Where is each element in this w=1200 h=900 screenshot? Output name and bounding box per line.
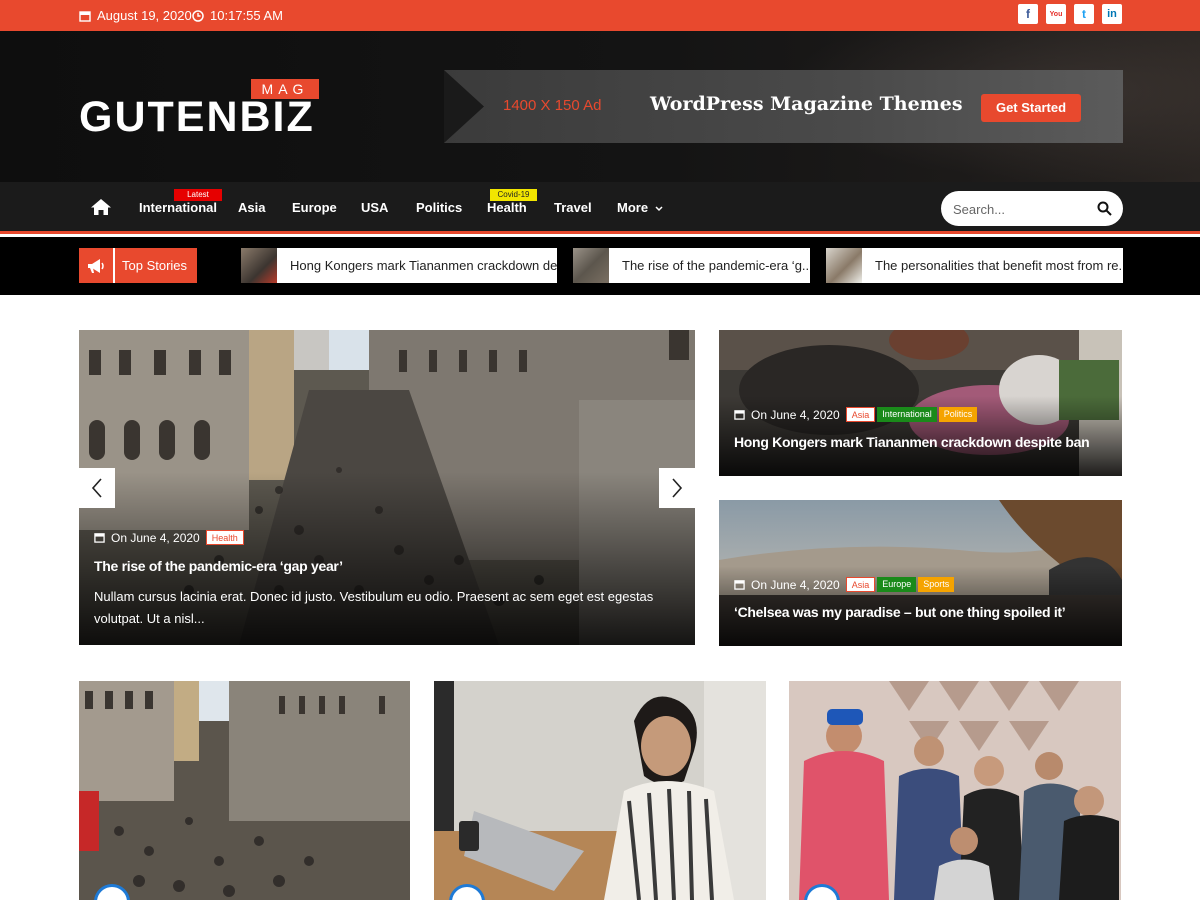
nav-item-more[interactable]: More (617, 182, 663, 234)
post-title[interactable]: Hong Kongers mark Tiananmen crackdown de… (734, 434, 1090, 450)
search-input[interactable] (953, 199, 1093, 219)
get-started-button[interactable]: Get Started (981, 94, 1081, 122)
post-date: On June 4, 2020 (111, 530, 200, 545)
category-tag-asia[interactable]: Asia (845, 577, 876, 592)
post-meta: On June 4, 2020 Asia International Polit… (734, 407, 978, 422)
category-tag-health[interactable]: Health (205, 530, 244, 545)
top-stories-text: Top Stories (122, 258, 188, 273)
linkedin-icon[interactable]: in (1102, 4, 1122, 24)
category-tag-europe[interactable]: Europe (877, 577, 917, 592)
slider-prev-button[interactable] (79, 468, 115, 508)
current-date: August 19, 2020 (97, 8, 192, 23)
nav-item-asia[interactable]: Asia (238, 182, 265, 234)
nav-label: Asia (238, 200, 266, 215)
youtube-icon[interactable]: You (1046, 4, 1066, 24)
chevron-down-icon (655, 206, 663, 212)
top-bar: August 19, 2020 10:17:55 AM f You t in (0, 0, 1200, 31)
story-title: The personalities that benefit most from… (875, 258, 1123, 273)
nav-item-travel[interactable]: Travel (554, 182, 592, 234)
story-title: Hong Kongers mark Tiananmen crackdown de… (290, 258, 557, 273)
post-tags: Asia Europe Sports (845, 577, 955, 592)
post-date: On June 4, 2020 (751, 577, 840, 592)
nav-label: International (139, 200, 218, 215)
home-icon[interactable] (90, 198, 112, 216)
facebook-icon[interactable]: f (1018, 4, 1038, 24)
nav-label: Health (487, 200, 527, 215)
story-thumbnail (826, 248, 862, 283)
post-date: On June 4, 2020 (751, 407, 840, 422)
post-excerpt: Nullam cursus lacinia erat. Donec id jus… (94, 589, 654, 626)
chevron-left-icon (91, 478, 102, 498)
date-display: August 19, 2020 (79, 0, 192, 31)
time-display: 10:17:55 AM (192, 0, 283, 31)
nav-label: More (617, 200, 649, 215)
top-stories-bar: Top Stories Hong Kongers mark Tiananmen … (0, 237, 1200, 295)
category-tag-sports[interactable]: Sports (918, 577, 955, 592)
covid-badge: Covid-19 (490, 189, 537, 201)
search-box (941, 191, 1123, 226)
top-story-item[interactable]: Hong Kongers mark Tiananmen crackdown de… (241, 248, 557, 283)
logo-main: GUTENBIZ (79, 93, 315, 141)
search-icon[interactable] (1097, 201, 1112, 216)
post-card[interactable] (434, 681, 766, 900)
nav-item-politics[interactable]: Politics (416, 182, 462, 234)
post-meta: On June 4, 2020 Health (94, 530, 244, 545)
post-tags: Asia International Politics (845, 407, 978, 422)
post-title[interactable]: The rise of the pandemic-era ‘gap year’ (94, 558, 343, 574)
header-ad-banner[interactable]: 1400 X 150 Ad WordPress Magazine Themes … (444, 70, 1123, 143)
megaphone-icon (79, 248, 115, 283)
site-header: MAG GUTENBIZ 1400 X 150 Ad WordPress Mag… (0, 31, 1200, 182)
post-card[interactable] (79, 681, 410, 900)
nav-label: USA (361, 200, 389, 215)
current-time: 10:17:55 AM (210, 8, 283, 23)
featured-slider[interactable]: On June 4, 2020 Health The rise of the p… (79, 330, 695, 645)
nav-item-usa[interactable]: USA (361, 182, 388, 234)
top-story-item[interactable]: The personalities that benefit most from… (826, 248, 1123, 283)
top-stories-label: Top Stories (79, 248, 197, 283)
ad-tagline: WordPress Magazine Themes (650, 93, 963, 115)
post-title[interactable]: ‘Chelsea was my paradise – but one thing… (734, 604, 1066, 620)
latest-badge: Latest (174, 189, 222, 201)
post-card[interactable] (789, 681, 1121, 900)
story-thumbnail (241, 248, 277, 283)
nav-label: Politics (416, 200, 463, 215)
main-nav: International Latest Asia Europe USA Pol… (0, 182, 1200, 234)
twitter-icon[interactable]: t (1074, 4, 1094, 24)
category-tag-politics[interactable]: Politics (938, 407, 978, 422)
side-post[interactable]: On June 4, 2020 Asia International Polit… (719, 330, 1122, 476)
calendar-icon (734, 580, 745, 590)
post-image (79, 681, 410, 900)
chevron-right-icon (672, 478, 683, 498)
category-tag-asia[interactable]: Asia (845, 407, 876, 422)
side-post[interactable]: On June 4, 2020 Asia Europe Sports ‘Chel… (719, 500, 1122, 646)
story-title: The rise of the pandemic-era ‘g... (622, 258, 810, 273)
top-story-item[interactable]: The rise of the pandemic-era ‘g... (573, 248, 810, 283)
post-image (789, 681, 1121, 900)
category-tag-international[interactable]: International (877, 407, 937, 422)
ad-size-label: 1400 X 150 Ad (503, 97, 602, 114)
nav-label: Travel (554, 200, 592, 215)
post-meta: On June 4, 2020 Asia Europe Sports (734, 577, 955, 592)
nav-label: Europe (292, 200, 337, 215)
calendar-icon (94, 533, 105, 543)
post-image (434, 681, 766, 900)
calendar-icon (734, 410, 745, 420)
clock-icon (192, 9, 204, 22)
nav-item-europe[interactable]: Europe (292, 182, 337, 234)
slider-next-button[interactable] (659, 468, 695, 508)
social-links: f You t in (1018, 4, 1122, 24)
calendar-icon (79, 10, 91, 22)
story-thumbnail (573, 248, 609, 283)
